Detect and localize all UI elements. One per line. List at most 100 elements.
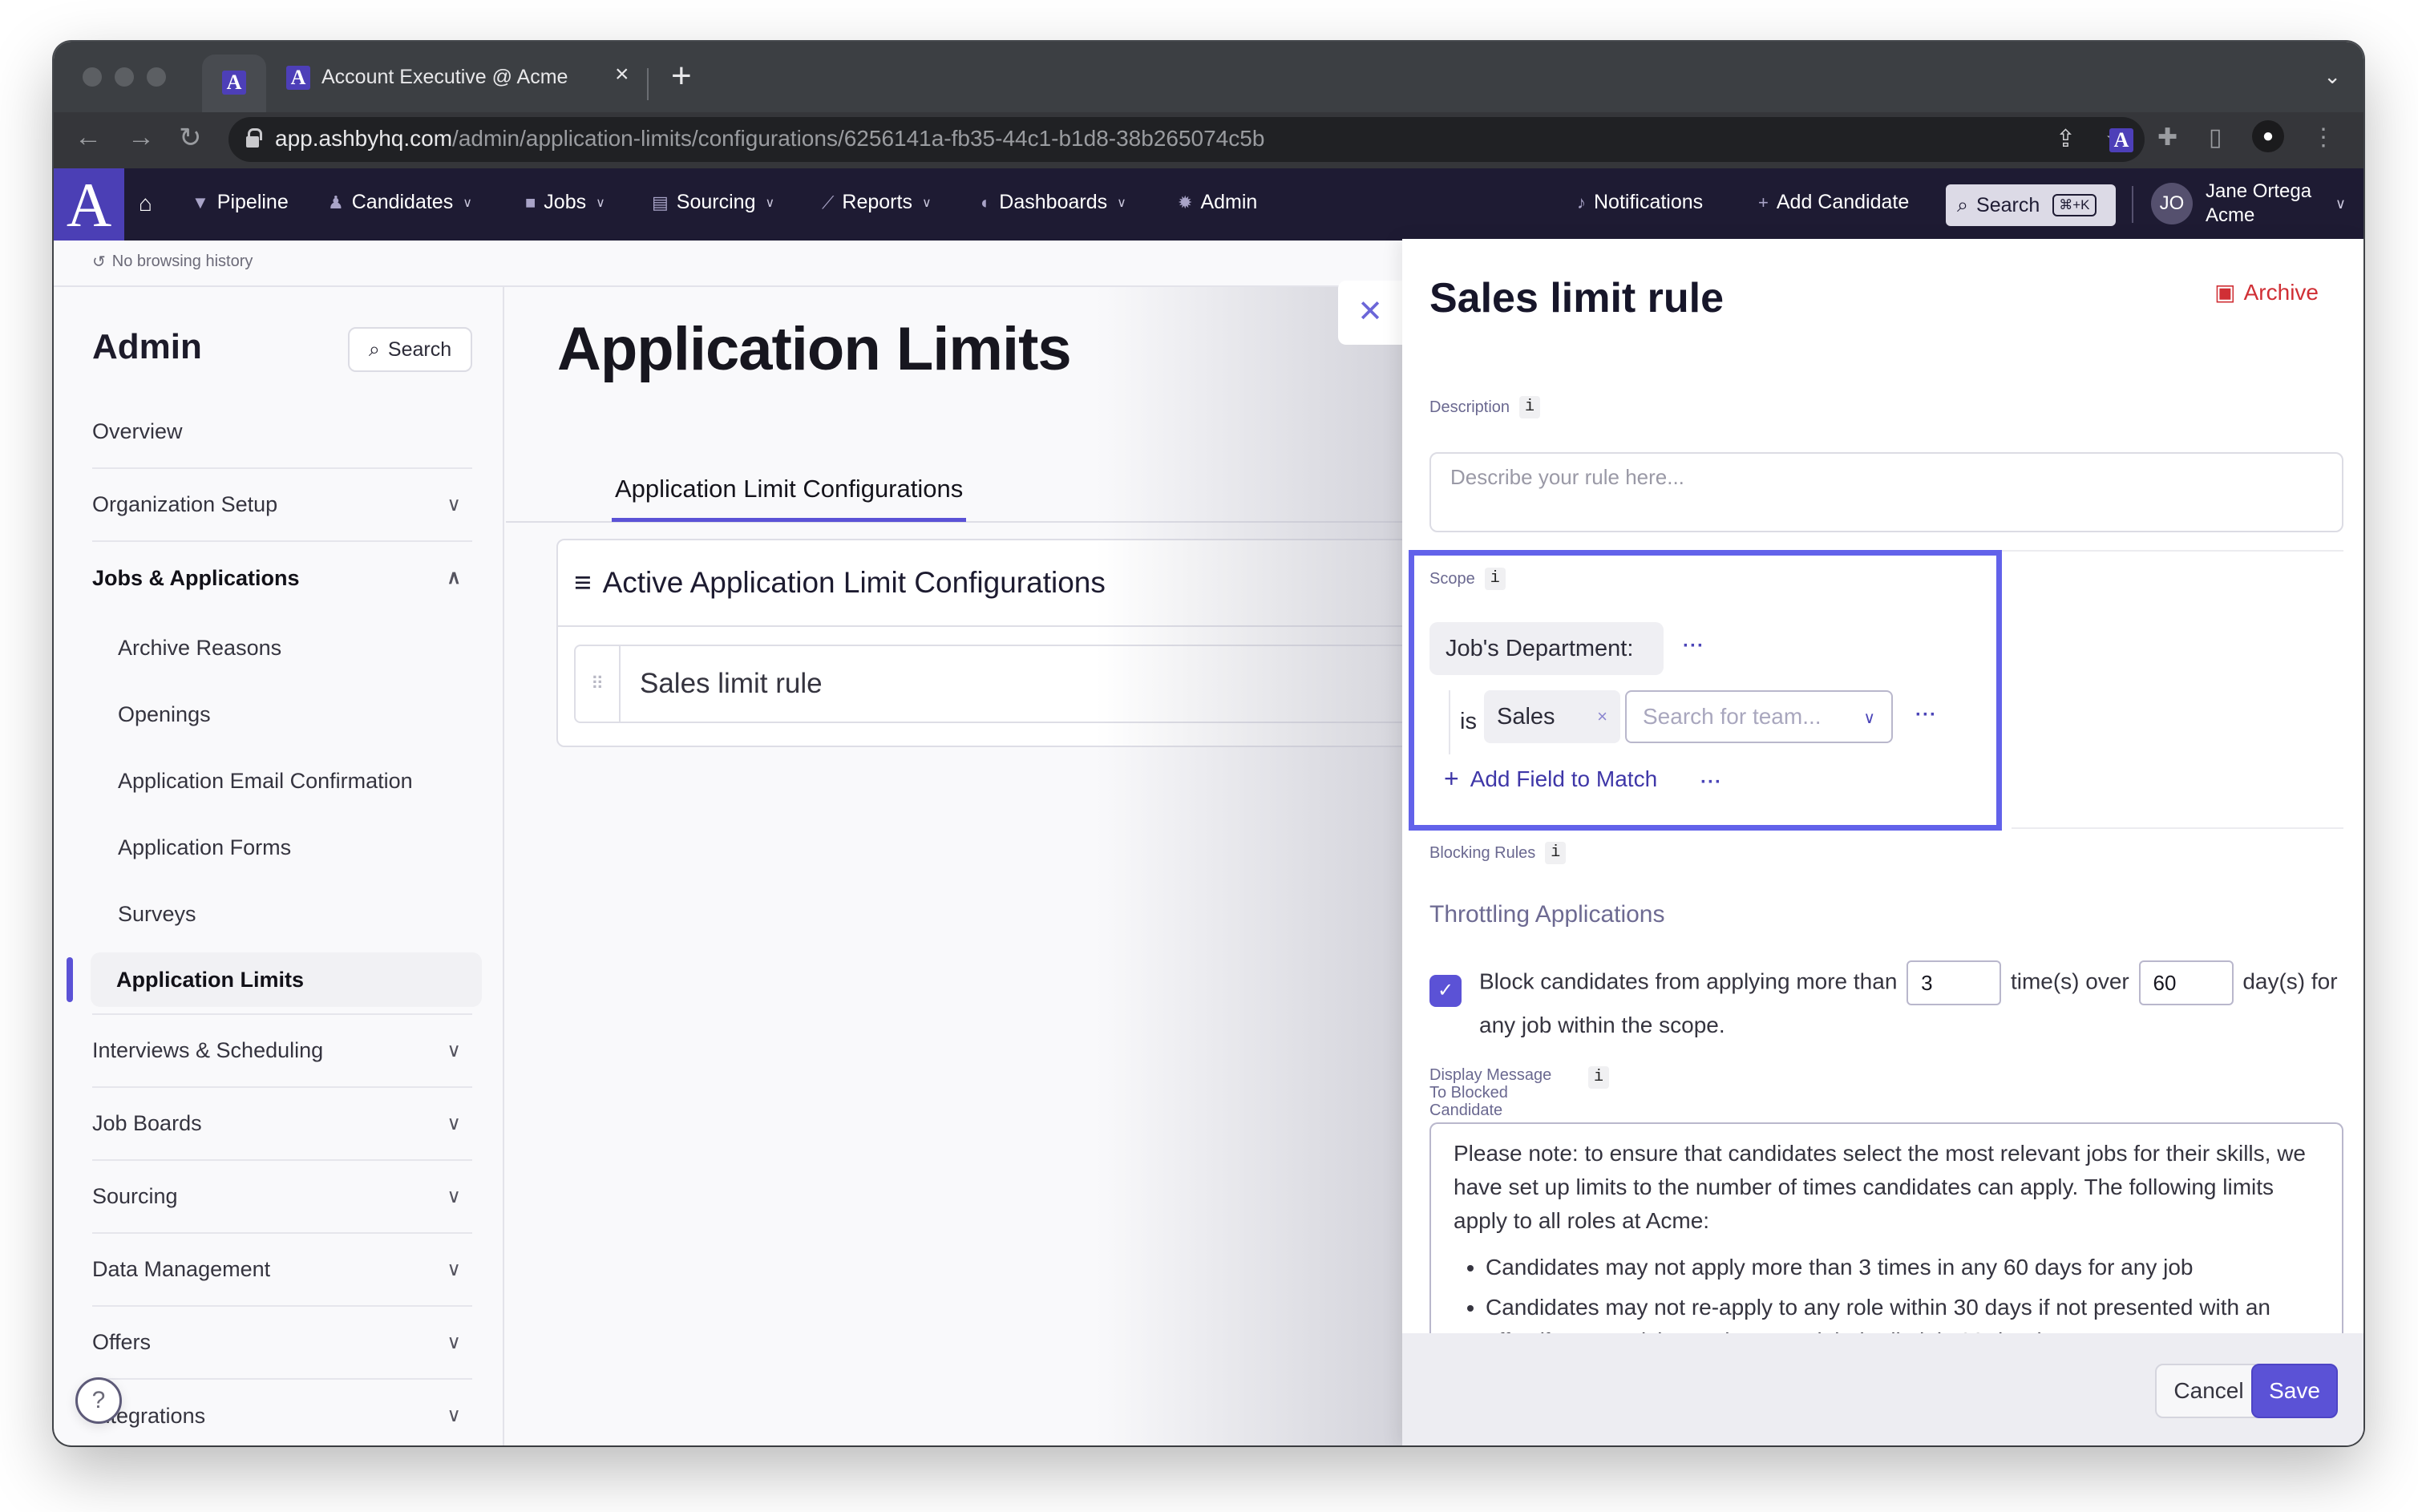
description-field[interactable]: Describe your rule here... <box>1429 452 2343 532</box>
browser-tab-title[interactable]: Account Executive @ Acme <box>321 66 568 89</box>
sidebar-item-surveys[interactable]: Surveys <box>92 881 472 948</box>
info-icon[interactable]: i <box>1588 1066 1609 1089</box>
remove-value-icon[interactable]: × <box>1597 690 1607 743</box>
nav-reports[interactable]: ⟋ Reports ∨ <box>822 191 932 214</box>
scope-value-chip[interactable]: Sales × <box>1484 690 1620 743</box>
times-input[interactable]: 3 <box>1906 960 2002 1005</box>
more-options-icon[interactable]: ··· <box>1915 704 1937 726</box>
home-icon[interactable]: ⌂ <box>139 191 152 216</box>
new-tab-button[interactable]: + <box>671 56 692 96</box>
user-name: Jane Ortega <box>2206 180 2312 202</box>
sidebar-item-jobs-applications[interactable]: Jobs & Applications ∧ <box>92 542 472 615</box>
browser-tab-bar: A A Account Executive @ Acme × + ⌄ <box>54 42 2363 112</box>
nav-dashboards[interactable]: ◐ Dashboards ∨ <box>981 191 1126 214</box>
history-icon: ↺ <box>92 253 106 271</box>
description-label: Description <box>1429 398 1510 416</box>
scope-operator: is <box>1460 709 1477 734</box>
sidebar-item-integrations[interactable]: Integrations ∨ <box>92 1380 472 1445</box>
cancel-button[interactable]: Cancel <box>2155 1364 2262 1418</box>
sidebar-item-openings[interactable]: Openings <box>92 681 472 748</box>
admin-sidebar: Admin ⌕ Search Overview Organization Setu… <box>54 287 504 1445</box>
chevron-down-icon: ∨ <box>447 1259 461 1280</box>
side-panel-icon[interactable]: ▯ <box>2209 123 2222 152</box>
tab-search-chevron-icon[interactable]: ⌄ <box>2323 64 2341 89</box>
back-icon[interactable]: ← <box>75 122 102 153</box>
sidebar-item-organization-setup[interactable]: Organization Setup ∨ <box>92 469 472 542</box>
bell-icon: ♪ <box>1577 192 1586 212</box>
ashby-favicon-icon: A <box>222 71 246 95</box>
global-search-button[interactable]: ⌕ Search ⌘+K <box>1946 184 2116 226</box>
pinned-tab[interactable]: A <box>202 55 266 112</box>
save-button[interactable]: Save <box>2251 1364 2338 1418</box>
nav-candidates[interactable]: ♟ Candidates ∨ <box>328 191 472 214</box>
scope-field-chip[interactable]: Job's Department: <box>1429 622 1664 675</box>
sidebar-item-application-email-confirmation[interactable]: Application Email Confirmation <box>92 748 472 815</box>
user-menu[interactable]: Jane Ortega Acme <box>2206 180 2311 228</box>
days-input[interactable]: 60 <box>2138 960 2234 1005</box>
help-button[interactable]: ? <box>75 1377 122 1424</box>
maximize-window-button[interactable] <box>147 67 166 87</box>
nav-jobs[interactable]: ■ Jobs ∨ <box>525 191 605 214</box>
more-options-icon[interactable]: ··· <box>1683 635 1704 657</box>
gear-icon: ✹ <box>1178 192 1193 212</box>
add-candidate-button[interactable]: + Add Candidate <box>1758 191 1909 214</box>
close-window-button[interactable] <box>83 67 102 87</box>
sourcing-icon: ▤ <box>652 192 669 212</box>
more-options-icon[interactable]: ··· <box>1700 771 1722 794</box>
sidebar-item-data-management[interactable]: Data Management ∨ <box>92 1234 472 1307</box>
nav-admin[interactable]: ✹ Admin <box>1178 191 1257 214</box>
archive-button[interactable]: ▣ Archive <box>2214 279 2319 305</box>
rule-name: Sales limit rule <box>640 668 823 699</box>
nav-pipeline[interactable]: ▼ Pipeline <box>192 191 289 214</box>
tab-application-limit-configurations[interactable]: Application Limit Configurations <box>611 475 967 522</box>
url-path: /admin/application-limits/configurations… <box>452 126 1265 151</box>
drag-handle-icon[interactable]: ⠿ <box>576 646 621 722</box>
browser-menu-icon[interactable]: ⋮ <box>2311 123 2335 152</box>
chevron-down-icon: ∨ <box>447 1186 461 1207</box>
reload-icon[interactable]: ↻ <box>179 122 202 154</box>
ashby-extension-icon[interactable]: A <box>2109 128 2133 152</box>
info-icon[interactable]: i <box>1519 396 1541 418</box>
sidebar-item-overview[interactable]: Overview <box>92 396 472 469</box>
extensions-puzzle-icon[interactable]: ✚ <box>2157 123 2177 152</box>
throttle-checkbox[interactable]: ✓ <box>1429 975 1462 1007</box>
chevron-down-icon: ∨ <box>447 1040 461 1061</box>
sidebar-item-application-forms[interactable]: Application Forms <box>92 815 472 881</box>
info-icon[interactable]: i <box>1484 568 1506 590</box>
info-icon[interactable]: i <box>1545 842 1567 864</box>
sidebar-item-archive-reasons[interactable]: Archive Reasons <box>92 615 472 681</box>
browser-window: A A Account Executive @ Acme × + ⌄ ← → ↻… <box>54 42 2363 1445</box>
sidebar-item-interviews-scheduling[interactable]: Interviews & Scheduling ∨ <box>92 1015 472 1088</box>
ashby-favicon-icon: A <box>286 66 310 90</box>
user-org: Acme <box>2206 204 2255 226</box>
drawer-footer: Cancel Save <box>1402 1333 2363 1445</box>
notifications-button[interactable]: ♪ Notifications <box>1577 191 1703 214</box>
forward-icon[interactable]: → <box>127 122 155 153</box>
ashby-logo[interactable]: A <box>54 168 124 241</box>
url-bar[interactable]: app.ashbyhq.com/admin/application-limits… <box>228 117 2145 162</box>
search-icon: ⌕ <box>1957 193 1969 216</box>
funnel-icon: ▼ <box>192 192 209 212</box>
close-tab-icon[interactable]: × <box>615 61 629 88</box>
page-title: Application Limits <box>557 315 1072 383</box>
chevron-down-icon[interactable]: ∨ <box>2335 196 2346 212</box>
chevron-down-icon: ∨ <box>1863 710 1875 727</box>
overlay-shade <box>1096 287 1402 1445</box>
search-shortcut: ⌘+K <box>2052 194 2097 216</box>
share-icon[interactable]: ⇪ <box>2056 125 2076 153</box>
sidebar-item-offers[interactable]: Offers ∨ <box>92 1307 472 1380</box>
add-field-to-match-button[interactable]: + Add Field to Match <box>1444 764 1657 794</box>
close-drawer-icon[interactable]: ✕ <box>1338 281 1402 345</box>
sidebar-item-sourcing[interactable]: Sourcing ∨ <box>92 1161 472 1234</box>
nav-sourcing[interactable]: ▤ Sourcing ∨ <box>652 191 774 214</box>
team-search-input[interactable]: Search for team... ∨ <box>1625 690 1893 743</box>
message-bullet: Candidates may not apply more than 3 tim… <box>1486 1251 2319 1284</box>
profile-icon[interactable]: ● <box>2252 120 2284 152</box>
browsing-history[interactable]: ↺ No browsing history <box>92 252 253 272</box>
chevron-down-icon: ∨ <box>447 1113 461 1134</box>
avatar[interactable]: JO <box>2151 183 2193 224</box>
sidebar-item-job-boards[interactable]: Job Boards ∨ <box>92 1088 472 1161</box>
sidebar-item-application-limits[interactable]: Application Limits <box>67 952 482 1007</box>
sidebar-search-button[interactable]: ⌕ Search <box>348 327 472 372</box>
minimize-window-button[interactable] <box>115 67 134 87</box>
